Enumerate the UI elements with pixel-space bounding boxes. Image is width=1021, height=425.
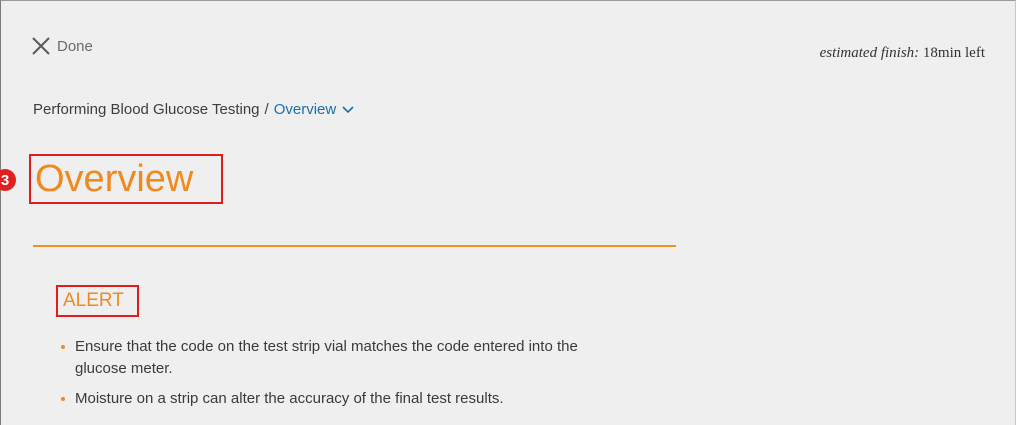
breadcrumb-current-label: Overview bbox=[273, 101, 337, 118]
breadcrumb: Performing Blood Glucose Testing / Overv… bbox=[33, 101, 354, 118]
done-button[interactable]: Done bbox=[31, 36, 93, 56]
list-item: Ensure that the code on the test strip v… bbox=[59, 336, 619, 380]
lesson-panel: Done estimated finish: 18min left Perfor… bbox=[0, 0, 1016, 425]
alert-list: Ensure that the code on the test strip v… bbox=[59, 336, 619, 418]
title-divider bbox=[33, 245, 676, 247]
alert-heading: ALERT bbox=[63, 290, 124, 311]
breadcrumb-separator: / bbox=[264, 101, 269, 118]
page-title: Overview bbox=[35, 158, 194, 200]
list-item: Moisture on a strip can alter the accura… bbox=[59, 388, 619, 410]
estimated-finish-label: estimated finish: bbox=[819, 45, 920, 61]
estimated-finish: estimated finish: 18min left bbox=[820, 45, 985, 62]
breadcrumb-current-dropdown[interactable]: Overview bbox=[274, 101, 355, 118]
chevron-down-icon bbox=[342, 101, 354, 118]
done-label: Done bbox=[57, 37, 93, 55]
step-number-badge: 3 bbox=[0, 169, 16, 191]
breadcrumb-parent: Performing Blood Glucose Testing bbox=[33, 101, 260, 118]
estimated-finish-value: 18min left bbox=[922, 45, 985, 61]
close-icon bbox=[31, 36, 51, 56]
